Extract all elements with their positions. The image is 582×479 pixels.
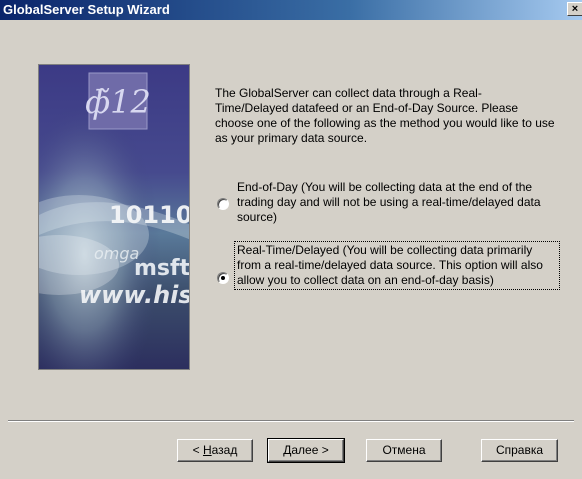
real-time-label[interactable]: Real-Time/Delayed (You will be collectin…	[234, 241, 560, 290]
overlay-word-2: msft	[134, 256, 190, 281]
title-bar: GlobalServer Setup Wizard ×	[0, 0, 582, 20]
back-hotkey: Н	[202, 443, 212, 457]
back-rest: азад	[211, 443, 238, 457]
real-time-radio[interactable]	[217, 272, 229, 284]
overlay-numbers: 1011001	[109, 201, 190, 229]
back-prefix: <	[192, 443, 203, 457]
end-of-day-label[interactable]: End-of-Day (You will be collecting data …	[237, 180, 557, 225]
overlay-word-3: www.histor	[79, 281, 190, 309]
close-button[interactable]: ×	[567, 2, 582, 16]
wizard-bitmap: ф̃12 1011001 omga msft www.histor	[38, 64, 190, 370]
end-of-day-radio[interactable]	[217, 198, 229, 210]
radio-selected-dot	[221, 276, 225, 280]
button-separator	[8, 420, 574, 422]
logo-glyph: ф̃12	[85, 83, 151, 121]
window-title: GlobalServer Setup Wizard	[3, 2, 170, 17]
help-button[interactable]: Справка	[481, 439, 558, 462]
back-button[interactable]: < Назад	[177, 439, 253, 462]
intro-text: The GlobalServer can collect data throug…	[215, 86, 555, 145]
next-button[interactable]: Далее >	[267, 438, 345, 463]
cancel-button[interactable]: Отмена	[366, 439, 442, 462]
overlay-word-1: omga	[94, 244, 139, 263]
